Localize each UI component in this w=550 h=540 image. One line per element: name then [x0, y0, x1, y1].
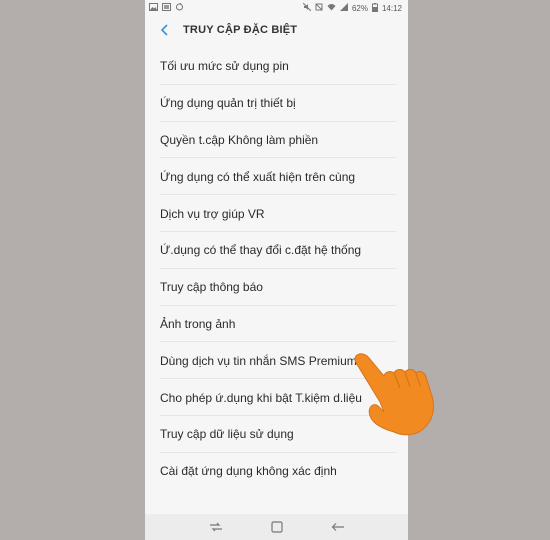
status-left: [149, 2, 184, 13]
pointing-hand-icon: [352, 352, 444, 438]
no-sim-icon: [315, 3, 323, 13]
list-item-label: Cho phép ứ.dụng khi bật T.kiệm d.liệu: [160, 390, 362, 405]
battery-percent: 62%: [351, 3, 368, 13]
list-item-label: Dịch vụ trợ giúp VR: [160, 206, 265, 221]
image-notification-icon: [149, 3, 158, 13]
list-item-label: Dùng dịch vụ tin nhắn SMS Premium: [160, 353, 357, 368]
back-arrow-icon[interactable]: [157, 23, 171, 37]
gallery-notification-icon: [162, 3, 171, 13]
list-item-vr-helper[interactable]: Dịch vụ trợ giúp VR: [145, 195, 408, 232]
wifi-icon: [327, 3, 336, 13]
list-item-device-admin[interactable]: Ứng dụng quản trị thiết bị: [145, 85, 408, 122]
list-item-label: Ảnh trong ảnh: [160, 316, 236, 331]
page-title: TRUY CẬP ĐẶC BIỆT: [183, 24, 298, 36]
battery-icon: [371, 2, 378, 14]
recent-apps-icon[interactable]: [206, 517, 226, 537]
status-bar: 62% 14:12: [145, 0, 408, 16]
mute-icon: [302, 2, 312, 13]
list-item-label: Tối ưu mức sử dụng pin: [160, 59, 289, 74]
list-item-battery-optimization[interactable]: Tối ưu mức sử dụng pin: [145, 48, 408, 85]
list-item-label: Cài đặt ứng dụng không xác định: [160, 464, 337, 479]
list-item-label: Truy cập dữ liệu sử dụng: [160, 427, 294, 442]
app-bar: TRUY CẬP ĐẶC BIỆT: [145, 16, 408, 44]
clock: 14:12: [381, 3, 402, 13]
list-item-dnd-access[interactable]: Quyền t.cập Không làm phiền: [145, 122, 408, 159]
list-item-display-over-apps[interactable]: Ứng dụng có thể xuất hiện trên cùng: [145, 158, 408, 195]
list-item-label: Ứng dụng quản trị thiết bị: [160, 96, 296, 111]
list-item-label: Ứng dụng có thể xuất hiện trên cùng: [160, 169, 356, 184]
list-item-label: Quyền t.cập Không làm phiền: [160, 132, 319, 147]
list-item-picture-in-picture[interactable]: Ảnh trong ảnh: [145, 306, 408, 343]
signal-icon: [339, 3, 348, 13]
list-item-notification-access[interactable]: Truy cập thông báo: [145, 269, 408, 306]
status-right: 62% 14:12: [302, 2, 402, 14]
nav-back-icon[interactable]: [328, 517, 348, 537]
sync-notification-icon: [175, 2, 184, 13]
list-item-label: Ứ.dụng có thể thay đổi c.đặt hệ thống: [160, 243, 362, 258]
list-item-label: Truy cập thông báo: [160, 280, 263, 295]
list-item-modify-system-settings[interactable]: Ứ.dụng có thể thay đổi c.đặt hệ thống: [145, 232, 408, 269]
navigation-bar: [145, 514, 408, 540]
phone-screen: 62% 14:12 TRUY CẬP ĐẶC BIỆT Tối ưu mức s…: [145, 0, 408, 540]
home-icon[interactable]: [267, 517, 287, 537]
list-item-install-unknown-apps[interactable]: Cài đặt ứng dụng không xác định: [145, 453, 408, 490]
